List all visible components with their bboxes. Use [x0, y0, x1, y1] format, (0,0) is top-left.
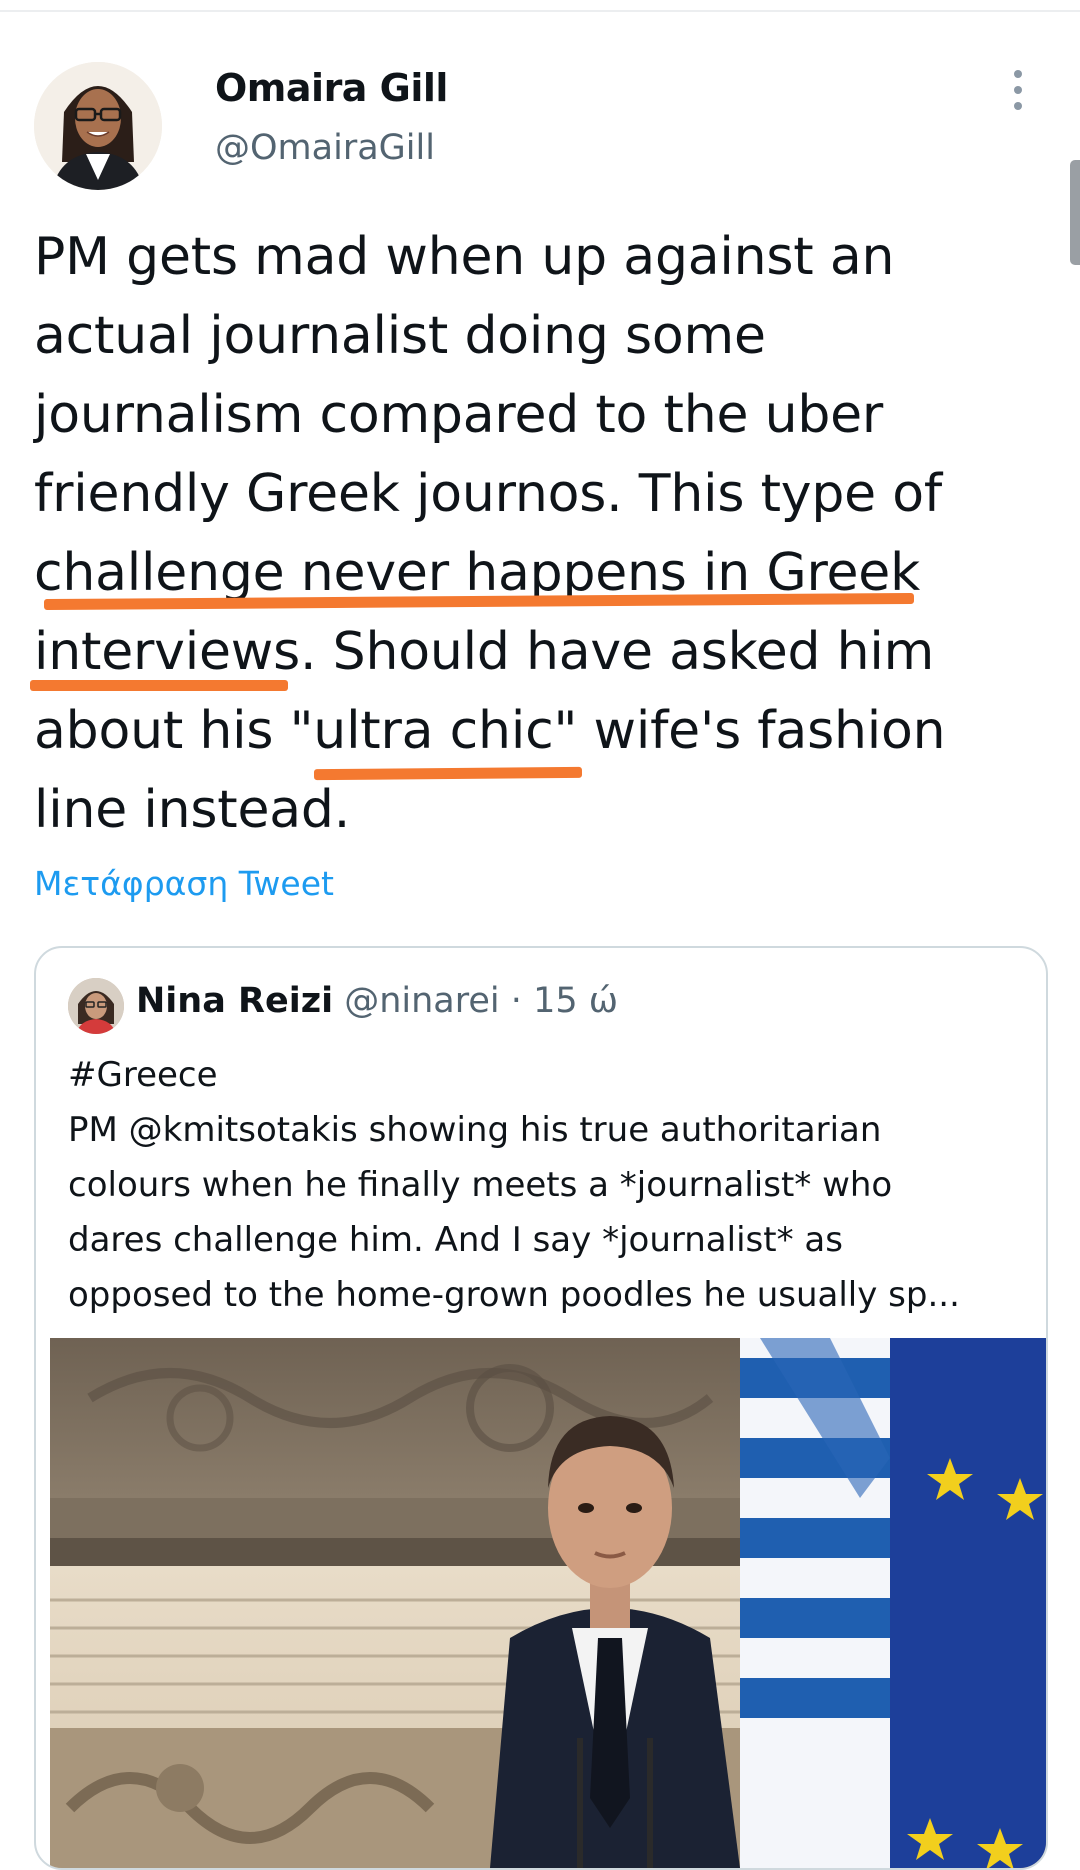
- tweet-text-line: line instead.: [34, 780, 351, 840]
- more-vertical-icon: [1014, 70, 1022, 78]
- translate-tweet-link[interactable]: Μετάφραση Tweet: [34, 864, 334, 903]
- tweet-text-line: actual journalist doing some: [34, 306, 766, 366]
- quoted-tweet-text: #Greece PM @kmitsotakis showing his true…: [68, 1048, 1018, 1323]
- quoted-tweet-media[interactable]: [50, 1338, 1046, 1868]
- author-name[interactable]: Omaira Gill: [215, 66, 448, 110]
- quoted-tweet-header: Nina Reizi @ninarei · 15 ώ: [136, 981, 618, 1021]
- quoted-author-handle: @ninarei: [344, 981, 500, 1021]
- quoted-text-line: dares challenge him. And I say *journali…: [68, 1220, 843, 1260]
- highlight-underline: [30, 680, 288, 691]
- more-options-button[interactable]: [1010, 70, 1026, 110]
- quoted-author-name: Nina Reizi: [136, 981, 334, 1021]
- quoted-avatar-photo: [68, 978, 124, 1034]
- tweet-text-line: PM gets mad when up against an: [34, 227, 895, 287]
- avatar-photo: [34, 62, 162, 190]
- tweet-text-line: friendly Greek journos. This type of: [34, 464, 943, 524]
- quoted-tweet-card[interactable]: Nina Reizi @ninarei · 15 ώ #Greece PM @k…: [34, 946, 1048, 1870]
- quoted-tweet-time: 15 ώ: [533, 981, 619, 1021]
- more-vertical-icon-dot: [1014, 102, 1022, 110]
- author-handle[interactable]: @OmairaGill: [215, 128, 435, 168]
- quoted-text-line: PM @kmitsotakis showing his true authori…: [68, 1110, 882, 1150]
- tweet-text-line: journalism compared to the uber: [34, 385, 884, 445]
- media-photo: [50, 1338, 1046, 1868]
- quoted-header-separator: ·: [510, 981, 522, 1021]
- more-vertical-icon-dot: [1014, 86, 1022, 94]
- tweet-text: PM gets mad when up against an actual jo…: [34, 218, 1044, 850]
- tweet-text-line: about his "ultra chic" wife's fashion: [34, 701, 946, 761]
- top-divider: [0, 10, 1080, 12]
- quoted-text-line: opposed to the home-grown poodles he usu…: [68, 1275, 960, 1315]
- scrollbar[interactable]: [1070, 160, 1080, 265]
- highlight-underline: [313, 766, 583, 781]
- quoted-author-avatar: [68, 978, 124, 1034]
- quoted-text-line: #Greece: [68, 1055, 218, 1095]
- quoted-text-line: colours when he finally meets a *journal…: [68, 1165, 893, 1205]
- author-avatar[interactable]: [34, 62, 162, 190]
